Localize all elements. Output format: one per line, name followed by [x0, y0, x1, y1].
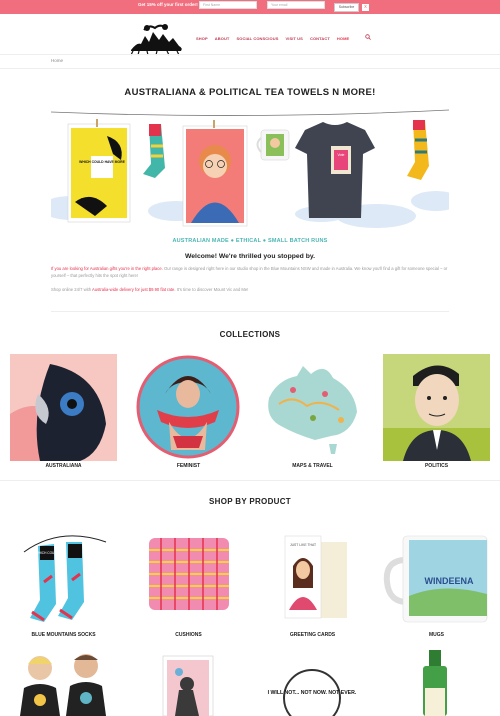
delivery-link[interactable]: Australia-wide delivery for just $9.90 f…: [92, 287, 176, 292]
sock-text: WHICH COULD: [36, 551, 60, 555]
mug-text: WINDEENA: [425, 576, 474, 586]
mug-hero: [256, 129, 290, 161]
tshirt-hero: Vote: [295, 122, 375, 218]
product-tshirts[interactable]: [10, 648, 117, 716]
header-divider: [0, 54, 500, 55]
intro-paragraph-1: If you are looking for Australian gifts …: [51, 265, 451, 280]
main-nav: SHOP ABOUT SOCIAL CONSCIOUS VISIT US CON…: [196, 36, 349, 41]
nav-contact[interactable]: CONTACT: [310, 36, 330, 41]
nav-about[interactable]: ABOUT: [215, 36, 230, 41]
email-field[interactable]: Your email: [267, 1, 325, 9]
collections-title: COLLECTIONS: [219, 330, 281, 339]
collection-australiana[interactable]: [10, 354, 117, 461]
collection-label-politics[interactable]: POLITICS: [383, 463, 490, 469]
intro-paragraph-2: Shop online 24/7 with Australia-wide del…: [51, 286, 451, 293]
intro-highlight-1[interactable]: If you are looking for Australian gifts …: [51, 266, 163, 271]
nav-shop[interactable]: SHOP: [196, 36, 208, 41]
product-badges[interactable]: I WILL NOT... NOT NOW. NOT EVER.: [259, 648, 366, 716]
product-label-socks[interactable]: BLUE MOUNTAINS SOCKS: [10, 632, 117, 638]
welcome-heading: Welcome! We're thrilled you stopped by.: [184, 253, 316, 260]
product-label-cushions[interactable]: CUSHIONS: [135, 632, 242, 638]
magpie-poster: WHICH COULD HAVE MORE: [67, 119, 131, 223]
collection-maps-travel[interactable]: [259, 354, 366, 461]
collection-politics[interactable]: [383, 354, 490, 461]
breadcrumb[interactable]: Home: [51, 58, 63, 63]
collection-label-maps-travel[interactable]: MAPS & TRAVEL: [259, 463, 366, 469]
poster-text: WHICH COULD HAVE MORE: [79, 160, 125, 164]
promo-bar: Get 15% off your first order! First Name…: [0, 0, 500, 14]
drink-label: Vote: [337, 153, 344, 157]
collection-label-australiana[interactable]: AUSTRALIANA: [10, 463, 117, 469]
intro-text-2b: It's time to discover Mount Vic and Me!: [175, 287, 249, 292]
tagline: AUSTRALIAN MADE ● ETHICAL ● SMALL BATCH …: [172, 238, 328, 244]
card-text: JUST LIKE THAT: [290, 543, 316, 547]
intro-text-2a: Shop online 24/7 with: [51, 287, 92, 292]
shop-by-product-title: SHOP BY PRODUCT: [209, 497, 291, 506]
search-icon[interactable]: [365, 34, 371, 40]
section-divider: [51, 311, 449, 312]
nav-visit-us[interactable]: VISIT US: [285, 36, 302, 41]
product-label-greeting-cards[interactable]: GREETING CARDS: [259, 632, 366, 638]
collection-label-feminist[interactable]: FEMINIST: [135, 463, 242, 469]
subscribe-button[interactable]: Subscribe: [334, 3, 359, 12]
hero-banner[interactable]: WHICH COULD HAVE MORE Vote: [51, 106, 449, 234]
product-greeting-cards[interactable]: JUST LIKE THAT: [259, 522, 366, 629]
page-title: AUSTRALIANA & POLITICAL TEA TOWELS N MOR…: [124, 87, 376, 98]
product-blue-mountains-socks[interactable]: WHICH COULD: [10, 522, 117, 629]
collection-feminist[interactable]: [135, 354, 242, 461]
product-prints[interactable]: [135, 648, 242, 716]
section-divider-2: [0, 480, 500, 481]
breadcrumb-divider: [0, 68, 500, 69]
promo-text: Get 15% off your first order!: [138, 2, 198, 7]
product-cushions[interactable]: [135, 522, 242, 629]
sock-hero-2: [407, 120, 429, 180]
first-name-field[interactable]: First Name: [199, 1, 257, 9]
product-stubby-holders[interactable]: [383, 648, 490, 716]
product-label-mugs[interactable]: MUGS: [383, 632, 490, 638]
nav-social-conscious[interactable]: SOCIAL CONSCIOUS: [236, 36, 278, 41]
site-logo[interactable]: [127, 20, 185, 56]
sock-hero: [143, 124, 165, 178]
badge-text: I WILL NOT... NOT NOW. NOT EVER.: [268, 690, 357, 696]
close-icon[interactable]: x: [362, 4, 369, 11]
nav-home[interactable]: HOME: [337, 36, 349, 41]
portrait-poster: [182, 120, 248, 227]
product-mugs[interactable]: WINDEENA: [383, 522, 490, 629]
